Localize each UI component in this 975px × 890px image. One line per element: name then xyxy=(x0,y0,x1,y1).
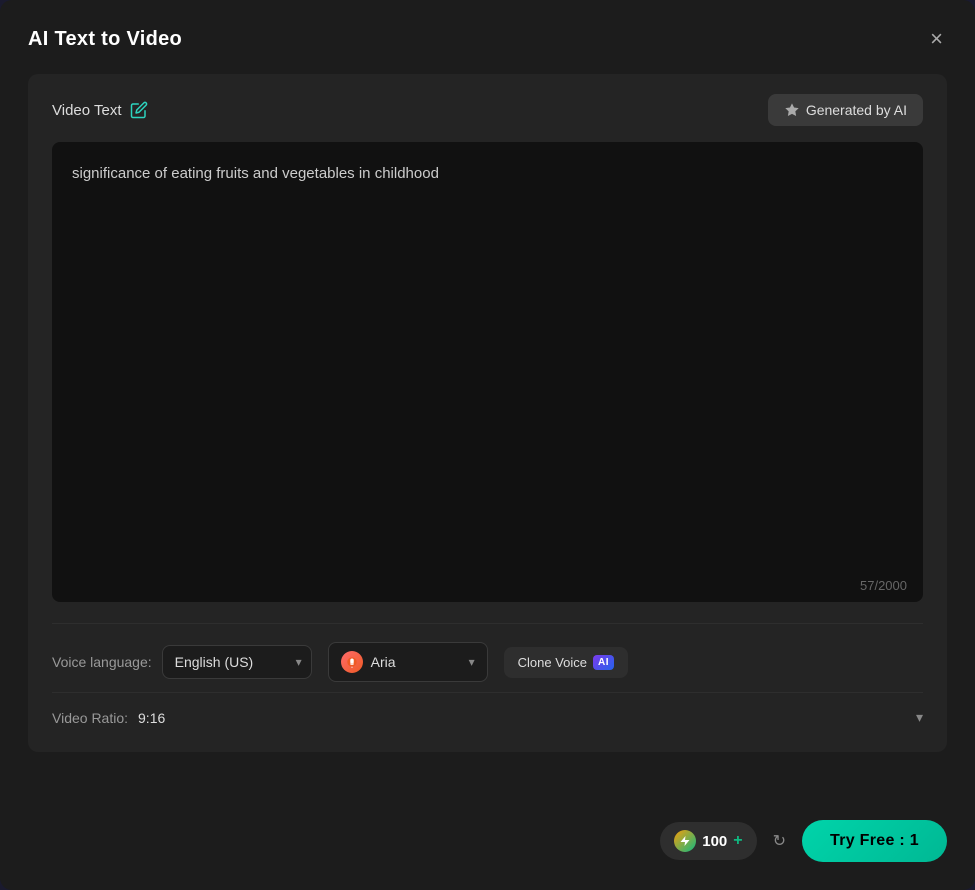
lightning-icon xyxy=(679,835,691,847)
voice-name-label: Aria xyxy=(371,654,461,670)
clone-voice-label: Clone Voice xyxy=(518,655,587,670)
video-ratio-label: Video Ratio: xyxy=(52,710,128,726)
video-text-section: Video Text Generated by AI significance … xyxy=(28,74,947,752)
section-header: Video Text Generated by AI xyxy=(52,94,923,126)
voice-language-group: Voice language: English (US) English (UK… xyxy=(52,645,312,679)
clone-voice-ai-badge: AI xyxy=(593,655,614,670)
voice-select-wrapper[interactable]: Aria ▾ xyxy=(328,642,488,682)
voice-language-dropdown-wrapper: English (US) English (UK) Spanish French… xyxy=(162,645,312,679)
video-ratio-row: Video Ratio: 9:16 ▾ xyxy=(52,692,923,732)
clone-voice-button[interactable]: Clone Voice AI xyxy=(504,647,628,678)
modal-container: AI Text to Video × Video Text Generated … xyxy=(0,0,975,890)
credits-plus-icon: + xyxy=(733,832,742,850)
generated-by-ai-label: Generated by AI xyxy=(806,102,907,118)
close-button[interactable]: × xyxy=(926,24,947,54)
section-label: Video Text xyxy=(52,102,122,119)
credits-icon xyxy=(674,830,696,852)
microphone-icon xyxy=(345,655,359,669)
edit-icon[interactable] xyxy=(130,101,148,119)
modal-title: AI Text to Video xyxy=(28,28,182,51)
video-ratio-value: 9:16 xyxy=(138,710,906,726)
controls-row: Voice language: English (US) English (UK… xyxy=(52,623,923,688)
refresh-button[interactable]: ↻ xyxy=(769,827,790,855)
credits-display: 100 + xyxy=(660,822,756,860)
try-free-button[interactable]: Try Free : 1 xyxy=(802,820,947,862)
ai-sparkle-icon xyxy=(784,102,800,118)
char-count: 57/2000 xyxy=(860,578,907,593)
footer-row: 100 + ↻ Try Free : 1 xyxy=(28,792,947,862)
modal-header: AI Text to Video × xyxy=(28,24,947,54)
video-text-input[interactable]: significance of eating fruits and vegeta… xyxy=(52,142,923,602)
voice-chevron-icon: ▾ xyxy=(469,655,475,669)
voice-language-label: Voice language: xyxy=(52,654,152,670)
voice-language-select[interactable]: English (US) English (UK) Spanish French… xyxy=(162,645,312,679)
textarea-wrapper: significance of eating fruits and vegeta… xyxy=(52,142,923,607)
credits-amount: 100 xyxy=(702,833,727,850)
refresh-icon: ↻ xyxy=(773,831,786,851)
video-ratio-chevron-icon[interactable]: ▾ xyxy=(916,709,923,726)
section-label-group: Video Text xyxy=(52,101,148,119)
generated-by-ai-button[interactable]: Generated by AI xyxy=(768,94,923,126)
voice-avatar-icon xyxy=(341,651,363,673)
